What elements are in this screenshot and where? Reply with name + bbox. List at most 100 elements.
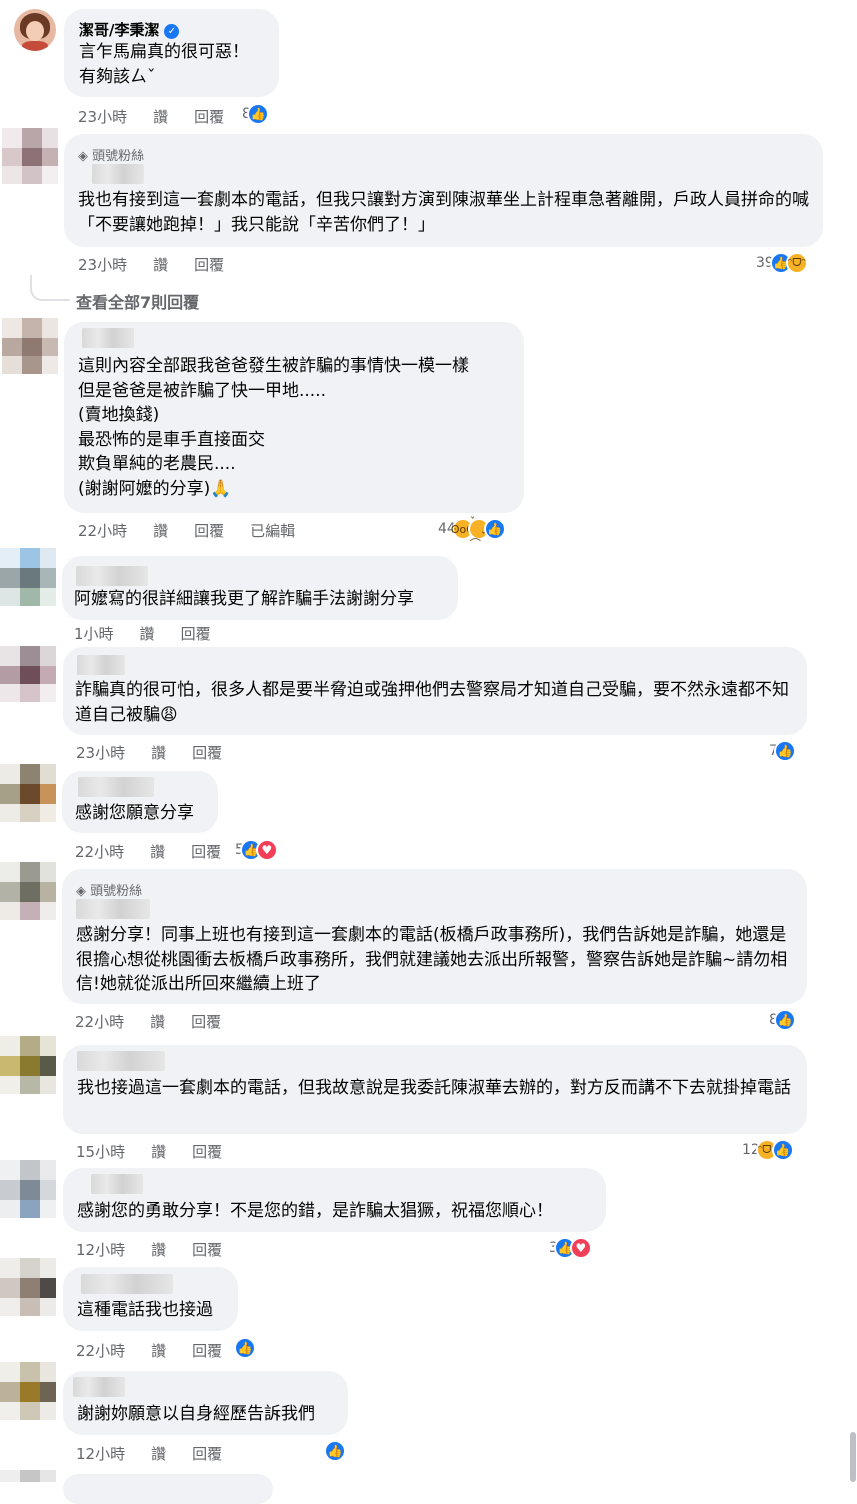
author-name[interactable] [81, 1274, 173, 1294]
avatar[interactable] [2, 128, 58, 184]
timestamp[interactable]: 22小時 [75, 841, 124, 862]
like-button[interactable]: 讚 [151, 1141, 166, 1162]
reaction-summary[interactable]: 8 👍 [769, 1009, 796, 1031]
author-name[interactable] [76, 899, 150, 919]
reply-button[interactable]: 回覆 [181, 623, 211, 644]
love-reaction-icon: ♥ [569, 1237, 592, 1259]
reply-button[interactable]: 回覆 [192, 742, 222, 763]
author-name[interactable] [92, 164, 144, 184]
reaction-summary[interactable]: 39 👍 ᵔᗜᵔ [756, 252, 808, 274]
like-reaction-icon: 👍 [773, 1009, 796, 1031]
timestamp[interactable]: 22小時 [78, 520, 127, 541]
author-name[interactable]: 潔哥/李秉潔 ✓ [79, 19, 180, 40]
reply-button[interactable]: 回覆 [192, 1340, 222, 1361]
reaction-summary[interactable]: 3 👍 ♥ [549, 1237, 592, 1259]
avatar[interactable] [0, 1160, 56, 1218]
avatar[interactable] [0, 646, 56, 702]
verified-badge-icon: ✓ [164, 24, 180, 39]
top-fan-badge: ◈ 頭號粉絲 [78, 149, 145, 164]
reaction-summary[interactable]: 7 👍 [769, 740, 796, 762]
timestamp[interactable]: 22小時 [76, 1340, 125, 1361]
like-button[interactable]: 讚 [153, 520, 168, 541]
like-button[interactable]: 讚 [151, 1443, 166, 1464]
author-name[interactable] [73, 1377, 125, 1397]
scrollbar-track[interactable] [853, 0, 857, 1482]
comment-actions: 22小時 讚 回覆 已編輯 [78, 520, 321, 541]
timestamp[interactable]: 23小時 [76, 742, 125, 763]
comment-actions: 15小時 讚 回覆 [76, 1141, 248, 1162]
view-replies-link[interactable]: 查看全部7則回覆 [76, 289, 199, 313]
like-reaction-icon: 👍 [773, 740, 796, 762]
avatar[interactable] [14, 9, 56, 51]
timestamp[interactable]: 12小時 [76, 1443, 125, 1464]
reaction-summary[interactable]: 8 👍 [242, 103, 269, 125]
like-reaction-icon: 👍 [234, 1337, 256, 1359]
like-button[interactable]: 讚 [151, 1340, 166, 1361]
reaction-summary[interactable]: 👍 [234, 1337, 256, 1359]
reaction-summary[interactable]: 12 ᵔᗜᵔ 👍 [742, 1139, 794, 1161]
like-button[interactable]: 讚 [150, 1011, 165, 1032]
reply-button[interactable]: 回覆 [191, 1011, 221, 1032]
reply-button[interactable]: 回覆 [192, 1239, 222, 1260]
avatar[interactable] [0, 1258, 56, 1316]
comment-actions: 23小時 讚 回覆 [78, 106, 250, 127]
timestamp[interactable]: 23小時 [78, 106, 127, 127]
comment-text: 感謝您願意分享 [75, 803, 194, 823]
like-button[interactable]: 讚 [153, 254, 168, 275]
comment-actions: 23小時 讚 回覆 [78, 254, 250, 275]
reply-button[interactable]: 回覆 [194, 254, 224, 275]
comment-actions: 12小時 讚 回覆 [76, 1443, 248, 1464]
like-button[interactable]: 讚 [150, 841, 165, 862]
comment-bubble: 這則內容全部跟我爸爸發生被詐騙的事情快一模一樣 但是爸爸是被詐騙了快一甲地...… [64, 322, 524, 513]
comment-bubble: 潔哥/李秉潔 ✓ 言乍馬扁真的很可惡！ 有夠該ㄙˇ [64, 9, 279, 97]
author-name[interactable] [78, 777, 154, 797]
timestamp[interactable]: 23小時 [78, 254, 127, 275]
comment-text: 感謝分享！同事上班也有接到這一套劇本的電話(板橋戶政事務所)，我們告訴她是詐騙，… [76, 925, 788, 994]
author-name[interactable] [91, 1174, 143, 1194]
reaction-summary[interactable]: 5 👍 ♥ [235, 839, 278, 861]
like-button[interactable]: 讚 [151, 1239, 166, 1260]
comment-actions: 22小時 讚 回覆 [75, 1011, 247, 1032]
timestamp[interactable]: 15小時 [76, 1141, 125, 1162]
timestamp[interactable]: 22小時 [75, 1011, 124, 1032]
reply-thread-line [30, 275, 70, 301]
reaction-summary[interactable]: 👍 [324, 1440, 346, 1462]
comment-text: 這種電話我也接過 [77, 1300, 213, 1320]
reply-button[interactable]: 回覆 [194, 520, 224, 541]
comment-text: 謝謝妳願意以自身經歷告訴我們 [77, 1404, 315, 1424]
like-reaction-icon: 👍 [771, 1139, 794, 1161]
comment-bubble: 感謝您願意分享 [62, 771, 218, 833]
comment-bubble: ◈ 頭號粉絲 我也有接到這一套劇本的電話，但我只讓對方演到陳淑華坐上計程車急著離… [64, 134, 823, 247]
reaction-summary[interactable]: 44 ʘoʘ ˇ︵ˇ 👍 [438, 515, 506, 543]
avatar[interactable] [0, 548, 56, 606]
author-name[interactable] [76, 566, 148, 586]
author-name[interactable] [82, 328, 134, 348]
avatar[interactable] [2, 318, 58, 374]
like-button[interactable]: 讚 [151, 742, 166, 763]
reply-button[interactable]: 回覆 [194, 106, 224, 127]
comment-bubble: 我也接過這一套劇本的電話，但我故意說是我委託陳淑華去辦的，對方反而講不下去就掛掉… [63, 1045, 807, 1134]
avatar[interactable] [0, 1470, 56, 1482]
scrollbar-thumb[interactable] [850, 1432, 856, 1482]
avatar[interactable] [0, 1362, 56, 1420]
avatar[interactable] [0, 764, 56, 822]
author-name[interactable] [77, 1051, 165, 1071]
comment-text: 感謝您的勇敢分享！不是您的錯，是詐騙太猖獗，祝福您順心！ [77, 1201, 553, 1221]
avatar[interactable] [0, 862, 56, 920]
timestamp[interactable]: 12小時 [76, 1239, 125, 1260]
reply-button[interactable]: 回覆 [192, 1443, 222, 1464]
comment-actions: 22小時 讚 回覆 [76, 1340, 248, 1361]
avatar[interactable] [0, 1036, 56, 1094]
timestamp[interactable]: 1小時 [74, 623, 114, 644]
like-button[interactable]: 讚 [140, 623, 155, 644]
comment-bubble: 感謝您的勇敢分享！不是您的錯，是詐騙太猖獗，祝福您順心！ [63, 1168, 606, 1232]
comment-actions: 22小時 讚 回覆 [75, 841, 247, 862]
reply-button[interactable]: 回覆 [191, 841, 221, 862]
comment-actions: 23小時 讚 回覆 [76, 742, 248, 763]
like-button[interactable]: 讚 [153, 106, 168, 127]
reply-button[interactable]: 回覆 [192, 1141, 222, 1162]
diamond-icon: ◈ [78, 149, 93, 164]
comment-actions: 1小時 讚 回覆 [74, 623, 237, 644]
comment-bubble: 謝謝妳願意以自身經歷告訴我們 [63, 1371, 348, 1435]
author-name[interactable] [77, 655, 125, 675]
